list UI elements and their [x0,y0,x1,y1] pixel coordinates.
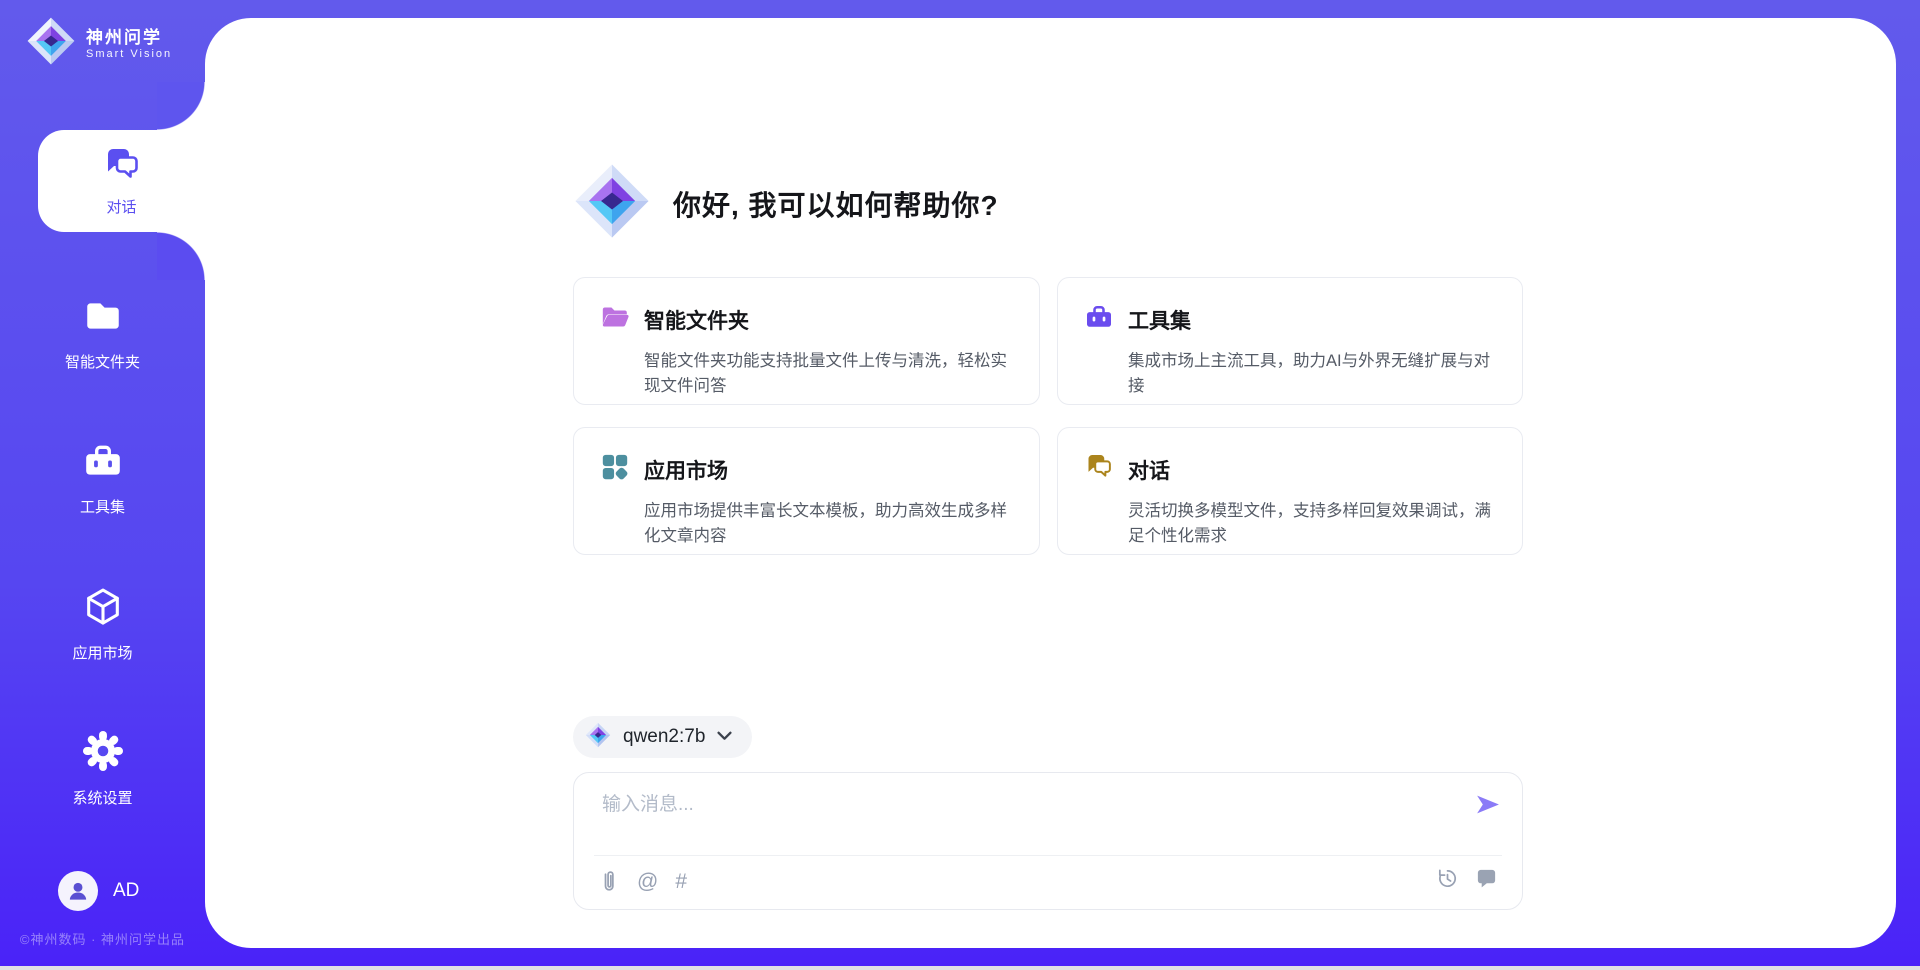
cube-icon [81,584,125,633]
composer-divider [594,855,1502,856]
sidebar-footer: ©神州数码 · 神州问学出品 [0,929,205,948]
card-toolset[interactable]: 工具集 集成市场上主流工具，助力AI与外界无缝扩展与对接 [1057,277,1523,405]
send-icon[interactable] [1472,789,1502,819]
chat-icon [1084,452,1114,487]
sidebar-item-label: 工具集 [80,496,125,517]
tab-curve-top [157,82,205,130]
card-title: 应用市场 [644,455,728,485]
card-title: 工具集 [1128,305,1191,335]
bottom-edge [0,966,1920,970]
chat-icon [102,145,142,190]
folder-icon [82,295,124,342]
brand-logo: 神州问学 Smart Vision [26,16,172,71]
greeting: 你好, 我可以如何帮助你? [573,162,999,245]
card-title: 智能文件夹 [644,305,749,335]
sidebar-item-label: 系统设置 [72,787,132,808]
folder-open-icon [600,302,630,337]
feature-cards: 智能文件夹 智能文件夹功能支持批量文件上传与清洗，轻松实现文件问答 工具集 集成… [573,277,1523,555]
attach-icon[interactable] [598,869,620,895]
sidebar-item-label: 智能文件夹 [65,351,140,372]
card-description: 灵活切换多模型文件，支持多样回复效果调试，满足个性化需求 [1128,499,1506,549]
message-input[interactable] [600,787,1464,823]
card-description: 应用市场提供丰富长文本模板，助力高效生成多样化文章内容 [644,499,1022,549]
sidebar-item-smart-folder[interactable]: 智能文件夹 [0,295,205,372]
message-composer: @ # [573,772,1523,910]
avatar [58,871,98,911]
sidebar-item-settings[interactable]: 系统设置 [0,729,205,808]
greeting-title: 你好, 我可以如何帮助你? [673,184,999,224]
gear-icon [81,729,125,778]
brand-subtitle: Smart Vision [86,48,172,60]
card-smart-folder[interactable]: 智能文件夹 智能文件夹功能支持批量文件上传与清洗，轻松实现文件问答 [573,277,1040,405]
feedback-chat-icon[interactable] [1475,867,1498,890]
app-root: 神州问学 Smart Vision 对话 智能文件夹 [0,0,1920,970]
brand-name: 神州问学 [86,28,172,48]
chevron-down-icon [717,728,732,746]
sidebar-item-app-market[interactable]: 应用市场 [0,584,205,663]
sidebar-item-chat[interactable]: 对话 [38,130,205,232]
model-diamond-icon [585,722,611,753]
card-description: 集成市场上主流工具，助力AI与外界无缝扩展与对接 [1128,349,1506,399]
sidebar-item-label: 对话 [106,196,136,217]
card-chat[interactable]: 对话 灵活切换多模型文件，支持多样回复效果调试，满足个性化需求 [1057,427,1523,555]
sidebar-item-label: 应用市场 [72,642,132,663]
assistant-diamond-icon [573,162,651,245]
card-title: 对话 [1128,455,1170,485]
model-selector[interactable]: qwen2:7b [573,716,752,758]
user-name: AD [113,880,139,902]
briefcase-icon [82,440,124,487]
model-name: qwen2:7b [623,726,705,748]
sidebar-item-toolset[interactable]: 工具集 [0,440,205,517]
briefcase-icon [1084,302,1114,337]
hashtag-icon[interactable]: # [675,867,687,897]
card-description: 智能文件夹功能支持批量文件上传与清洗，轻松实现文件问答 [644,349,1022,399]
brand-diamond-icon [26,16,76,71]
card-app-market[interactable]: 应用市场 应用市场提供丰富长文本模板，助力高效生成多样化文章内容 [573,427,1040,555]
tab-curve-bottom [157,232,205,280]
app-grid-icon [600,452,630,487]
user-account[interactable]: AD [58,871,139,911]
mention-icon[interactable]: @ [637,867,658,897]
history-icon[interactable] [1436,867,1459,890]
